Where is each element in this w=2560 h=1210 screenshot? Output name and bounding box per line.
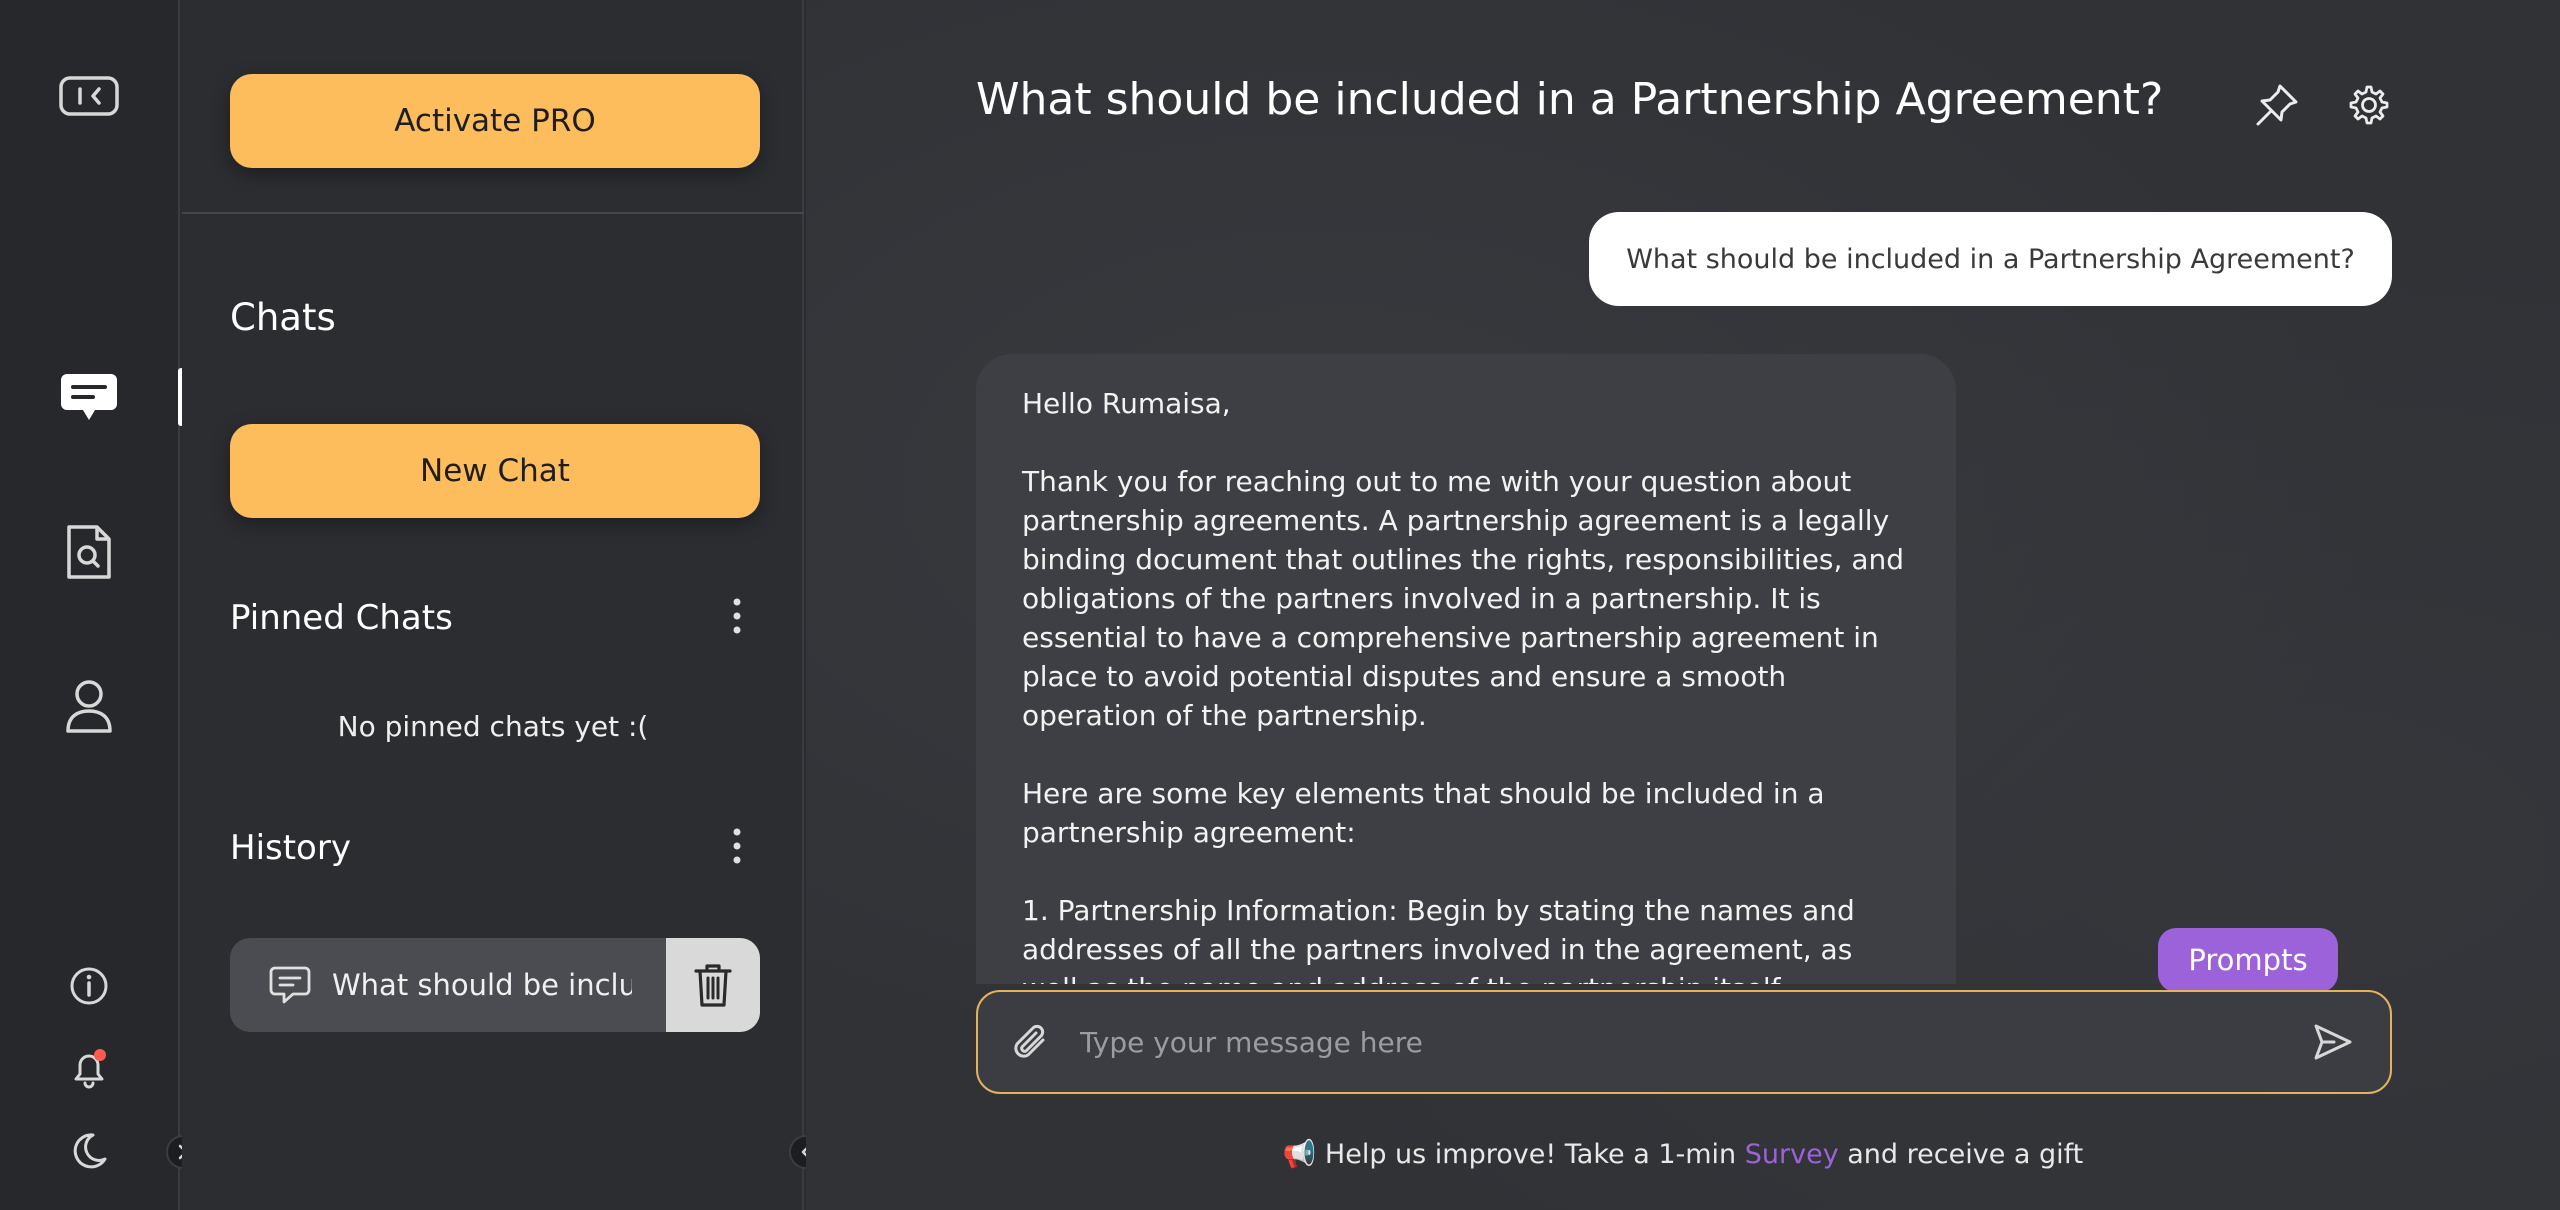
chat-icon[interactable] — [57, 368, 121, 428]
chat-main: What should be included in a Partnership… — [806, 0, 2560, 1210]
chat-bubble-icon — [266, 961, 314, 1009]
survey-text-before: 📢 Help us improve! Take a 1-min — [1282, 1139, 1745, 1170]
info-icon[interactable] — [67, 964, 111, 1008]
survey-text-after: and receive a gift — [1838, 1139, 2084, 1170]
pinned-chats-heading: Pinned Chats — [230, 598, 453, 638]
message-input[interactable] — [1080, 1012, 2308, 1072]
activate-pro-button[interactable]: Activate PRO — [230, 74, 760, 168]
user-message-text: What should be included in a Partnership… — [1626, 243, 2355, 275]
assistant-paragraph: 1. Partnership Information: Begin by sta… — [1022, 894, 1855, 984]
assistant-paragraph: Thank you for reaching out to me with yo… — [1022, 465, 1904, 732]
history-item-label: What should be inclu... — [332, 968, 632, 1002]
settings-gear-icon[interactable] — [2344, 80, 2394, 130]
message-composer — [976, 990, 2392, 1094]
delete-chat-button[interactable] — [666, 938, 760, 1032]
assistant-paragraph: Hello Rumaisa, — [1022, 387, 1231, 420]
chats-sidebar: Activate PRO Chats New Chat Pinned Chats… — [182, 0, 804, 1210]
bell-icon[interactable] — [67, 1046, 111, 1092]
toggle-icon[interactable] — [57, 72, 121, 120]
icon-rail — [0, 0, 200, 1210]
chats-heading: Chats — [230, 296, 336, 339]
pin-icon[interactable] — [2252, 80, 2302, 130]
assistant-paragraph: Here are some key elements that should b… — [1022, 777, 1825, 849]
moon-icon[interactable] — [67, 1128, 111, 1174]
new-chat-button[interactable]: New Chat — [230, 424, 760, 518]
history-heading: History — [230, 828, 351, 868]
assistant-message-bubble: Hello Rumaisa, Thank you for reaching ou… — [976, 354, 1956, 984]
sidebar-divider — [182, 212, 804, 214]
chat-title: What should be included in a Partnership… — [976, 74, 2164, 125]
history-more-icon[interactable] — [722, 824, 752, 868]
user-icon[interactable] — [62, 676, 116, 736]
document-search-icon[interactable] — [62, 522, 116, 582]
pinned-empty-message: No pinned chats yet :( — [337, 710, 649, 743]
survey-banner: 📢 Help us improve! Take a 1-min Survey a… — [806, 1138, 2560, 1170]
send-icon[interactable] — [2308, 1017, 2358, 1067]
prompts-button[interactable]: Prompts — [2158, 928, 2338, 992]
history-item[interactable]: What should be inclu... — [230, 938, 760, 1032]
paperclip-icon[interactable] — [1008, 1020, 1052, 1064]
user-message-bubble: What should be included in a Partnership… — [1589, 212, 2392, 306]
pinned-more-icon[interactable] — [722, 594, 752, 638]
trash-icon — [694, 964, 732, 1007]
survey-link[interactable]: Survey — [1745, 1139, 1839, 1170]
